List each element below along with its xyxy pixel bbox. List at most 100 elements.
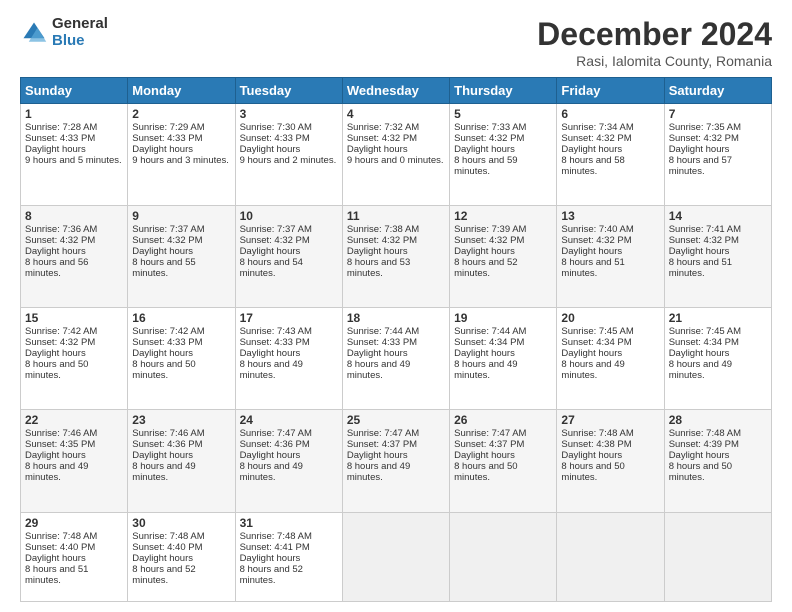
table-row: 27 Sunrise: 7:48 AM Sunset: 4:38 PM Dayl…: [557, 410, 664, 512]
title-block: December 2024 Rasi, Ialomita County, Rom…: [537, 16, 772, 69]
table-row: 15 Sunrise: 7:42 AM Sunset: 4:32 PM Dayl…: [21, 308, 128, 410]
daylight-label: Daylight hours: [561, 348, 622, 359]
table-row: 18 Sunrise: 7:44 AM Sunset: 4:33 PM Dayl…: [342, 308, 449, 410]
day-number: 31: [240, 516, 338, 530]
sunset-label: Sunset: 4:34 PM: [561, 337, 631, 348]
logo-icon: [20, 19, 48, 47]
sunrise-label: Sunrise: 7:48 AM: [240, 531, 312, 542]
table-row: 30 Sunrise: 7:48 AM Sunset: 4:40 PM Dayl…: [128, 512, 235, 601]
day-number: 6: [561, 107, 659, 121]
daylight-value: 9 hours and 3 minutes.: [132, 155, 229, 166]
table-row: 14 Sunrise: 7:41 AM Sunset: 4:32 PM Dayl…: [664, 206, 771, 308]
sunset-label: Sunset: 4:40 PM: [25, 542, 95, 553]
sunrise-label: Sunrise: 7:44 AM: [454, 326, 526, 337]
daylight-label: Daylight hours: [669, 450, 730, 461]
day-number: 10: [240, 209, 338, 223]
sunrise-label: Sunrise: 7:29 AM: [132, 122, 204, 133]
table-row: 11 Sunrise: 7:38 AM Sunset: 4:32 PM Dayl…: [342, 206, 449, 308]
sunset-label: Sunset: 4:32 PM: [561, 133, 631, 144]
daylight-value: 8 hours and 59 minutes.: [454, 155, 517, 177]
daylight-value: 8 hours and 49 minutes.: [347, 359, 410, 381]
sunrise-label: Sunrise: 7:45 AM: [669, 326, 741, 337]
daylight-label: Daylight hours: [25, 144, 86, 155]
table-row: 5 Sunrise: 7:33 AM Sunset: 4:32 PM Dayli…: [450, 104, 557, 206]
sunset-label: Sunset: 4:33 PM: [240, 337, 310, 348]
logo: General Blue: [20, 16, 108, 49]
month-title: December 2024: [537, 16, 772, 53]
daylight-label: Daylight hours: [132, 246, 193, 257]
daylight-value: 8 hours and 49 minutes.: [454, 359, 517, 381]
table-row: 6 Sunrise: 7:34 AM Sunset: 4:32 PM Dayli…: [557, 104, 664, 206]
header-monday: Monday: [128, 78, 235, 104]
sunrise-label: Sunrise: 7:38 AM: [347, 224, 419, 235]
daylight-value: 8 hours and 49 minutes.: [669, 359, 732, 381]
daylight-label: Daylight hours: [240, 348, 301, 359]
sunset-label: Sunset: 4:32 PM: [454, 235, 524, 246]
daylight-label: Daylight hours: [669, 144, 730, 155]
sunrise-label: Sunrise: 7:33 AM: [454, 122, 526, 133]
sunset-label: Sunset: 4:33 PM: [132, 337, 202, 348]
daylight-value: 8 hours and 56 minutes.: [25, 257, 88, 279]
daylight-value: 9 hours and 5 minutes.: [25, 155, 122, 166]
daylight-label: Daylight hours: [240, 246, 301, 257]
day-number: 4: [347, 107, 445, 121]
daylight-value: 8 hours and 50 minutes.: [454, 461, 517, 483]
table-row: 2 Sunrise: 7:29 AM Sunset: 4:33 PM Dayli…: [128, 104, 235, 206]
daylight-label: Daylight hours: [561, 144, 622, 155]
table-row: 12 Sunrise: 7:39 AM Sunset: 4:32 PM Dayl…: [450, 206, 557, 308]
day-number: 22: [25, 413, 123, 427]
day-number: 23: [132, 413, 230, 427]
sunset-label: Sunset: 4:41 PM: [240, 542, 310, 553]
day-number: 30: [132, 516, 230, 530]
sunset-label: Sunset: 4:37 PM: [347, 439, 417, 450]
day-number: 29: [25, 516, 123, 530]
day-number: 20: [561, 311, 659, 325]
daylight-value: 8 hours and 52 minutes.: [240, 564, 303, 586]
daylight-value: 8 hours and 51 minutes.: [25, 564, 88, 586]
daylight-label: Daylight hours: [132, 450, 193, 461]
day-number: 13: [561, 209, 659, 223]
daylight-value: 8 hours and 49 minutes.: [132, 461, 195, 483]
daylight-value: 8 hours and 50 minutes.: [25, 359, 88, 381]
sunrise-label: Sunrise: 7:41 AM: [669, 224, 741, 235]
table-row: 31 Sunrise: 7:48 AM Sunset: 4:41 PM Dayl…: [235, 512, 342, 601]
day-number: 3: [240, 107, 338, 121]
sunrise-label: Sunrise: 7:47 AM: [347, 428, 419, 439]
daylight-value: 9 hours and 2 minutes.: [240, 155, 337, 166]
daylight-value: 8 hours and 54 minutes.: [240, 257, 303, 279]
table-row: [450, 512, 557, 601]
sunrise-label: Sunrise: 7:45 AM: [561, 326, 633, 337]
table-row: 9 Sunrise: 7:37 AM Sunset: 4:32 PM Dayli…: [128, 206, 235, 308]
sunset-label: Sunset: 4:39 PM: [669, 439, 739, 450]
sunrise-label: Sunrise: 7:48 AM: [25, 531, 97, 542]
daylight-value: 8 hours and 52 minutes.: [132, 564, 195, 586]
daylight-label: Daylight hours: [25, 348, 86, 359]
header-wednesday: Wednesday: [342, 78, 449, 104]
header-sunday: Sunday: [21, 78, 128, 104]
daylight-label: Daylight hours: [454, 348, 515, 359]
sunrise-label: Sunrise: 7:44 AM: [347, 326, 419, 337]
daylight-label: Daylight hours: [25, 553, 86, 564]
calendar-week-row: 29 Sunrise: 7:48 AM Sunset: 4:40 PM Dayl…: [21, 512, 772, 601]
sunrise-label: Sunrise: 7:42 AM: [132, 326, 204, 337]
daylight-label: Daylight hours: [669, 348, 730, 359]
sunrise-label: Sunrise: 7:39 AM: [454, 224, 526, 235]
calendar-week-row: 15 Sunrise: 7:42 AM Sunset: 4:32 PM Dayl…: [21, 308, 772, 410]
table-row: 7 Sunrise: 7:35 AM Sunset: 4:32 PM Dayli…: [664, 104, 771, 206]
table-row: 26 Sunrise: 7:47 AM Sunset: 4:37 PM Dayl…: [450, 410, 557, 512]
sunset-label: Sunset: 4:34 PM: [454, 337, 524, 348]
sunset-label: Sunset: 4:38 PM: [561, 439, 631, 450]
daylight-label: Daylight hours: [240, 553, 301, 564]
sunset-label: Sunset: 4:37 PM: [454, 439, 524, 450]
table-row: 28 Sunrise: 7:48 AM Sunset: 4:39 PM Dayl…: [664, 410, 771, 512]
location: Rasi, Ialomita County, Romania: [537, 53, 772, 69]
daylight-label: Daylight hours: [240, 144, 301, 155]
sunset-label: Sunset: 4:33 PM: [132, 133, 202, 144]
sunrise-label: Sunrise: 7:37 AM: [132, 224, 204, 235]
table-row: [664, 512, 771, 601]
daylight-value: 8 hours and 51 minutes.: [669, 257, 732, 279]
table-row: 21 Sunrise: 7:45 AM Sunset: 4:34 PM Dayl…: [664, 308, 771, 410]
sunrise-label: Sunrise: 7:32 AM: [347, 122, 419, 133]
day-number: 15: [25, 311, 123, 325]
daylight-value: 8 hours and 50 minutes.: [561, 461, 624, 483]
